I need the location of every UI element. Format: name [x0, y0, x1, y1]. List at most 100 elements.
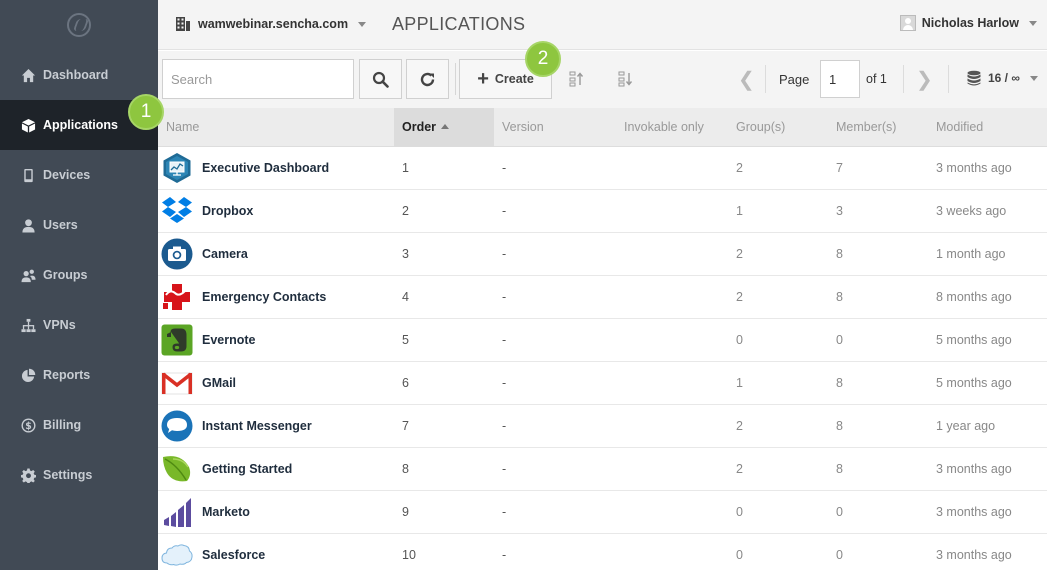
app-name[interactable]: Salesforce [202, 534, 265, 570]
table-row[interactable]: Emergency Contacts 4 - 2 8 8 months ago [158, 276, 1047, 319]
table-row[interactable]: Salesforce 10 - 0 0 3 months ago [158, 534, 1047, 570]
column-header-name[interactable]: Name [166, 108, 199, 147]
app-modified: 1 year ago [936, 419, 996, 433]
table-row[interactable]: Instant Messenger 7 - 2 8 1 year ago [158, 405, 1047, 448]
refresh-icon [420, 72, 435, 86]
search-input[interactable] [162, 59, 354, 99]
dollar-icon: $ [20, 417, 36, 433]
sidebar-item-label: Groups [43, 268, 88, 282]
org-name: wamwebinar.sencha.com [198, 17, 349, 31]
sidebar-item-users[interactable]: Users [0, 200, 158, 250]
sidebar-item-label: Users [43, 218, 78, 232]
app-groups: 1 [736, 204, 743, 218]
sidebar-item-label: VPNs [43, 318, 76, 332]
app-groups: 2 [736, 290, 743, 304]
chat-bubble-icon [161, 410, 193, 442]
next-page-button[interactable]: ❯ [916, 67, 933, 92]
app-groups: 0 [736, 333, 743, 347]
table-row[interactable]: GMail 6 - 1 8 5 months ago [158, 362, 1047, 405]
org-selector[interactable]: wamwebinar.sencha.com [175, 16, 367, 32]
sidebar-item-settings[interactable]: Settings [0, 450, 158, 500]
sencha-logo-icon[interactable] [67, 13, 91, 37]
app-name[interactable]: Instant Messenger [202, 405, 312, 448]
table-row[interactable]: Executive Dashboard 1 - 2 7 3 months ago [158, 147, 1047, 190]
sidebar-item-label: Settings [43, 468, 93, 482]
refresh-button[interactable] [406, 59, 449, 99]
phone-icon [20, 167, 36, 183]
app-name[interactable]: GMail [202, 362, 236, 405]
database-icon [967, 70, 981, 86]
column-header-version[interactable]: Version [502, 108, 544, 147]
sidebar-item-devices[interactable]: Devices [0, 150, 158, 200]
app-version: - [502, 333, 507, 347]
sort-up-icon[interactable] [569, 71, 585, 87]
app-groups: 2 [736, 462, 743, 476]
sidebar-item-label: Applications [43, 118, 119, 132]
user-name: Nicholas Harlow [921, 16, 1019, 30]
chevron-down-icon [1029, 75, 1038, 81]
app-version: - [502, 376, 507, 390]
app-modified: 3 weeks ago [936, 204, 1007, 218]
table-header: Name Order Version Invokable only Group(… [158, 108, 1047, 147]
applications-table: Executive Dashboard 1 - 2 7 3 months ago… [158, 147, 1047, 570]
search-icon [372, 71, 389, 88]
sidebar-item-reports[interactable]: Reports [0, 350, 158, 400]
per-page-value: 16 / ∞ [988, 71, 1020, 85]
app-order: 8 [402, 462, 409, 476]
app-modified: 8 months ago [936, 290, 1012, 304]
group-icon [20, 267, 36, 283]
app-name[interactable]: Dropbox [202, 190, 253, 233]
app-name[interactable]: Camera [202, 233, 248, 276]
app-groups: 0 [736, 548, 743, 562]
app-groups: 1 [736, 376, 743, 390]
sort-down-icon[interactable] [618, 71, 634, 87]
app-name[interactable]: Getting Started [202, 448, 292, 491]
table-row[interactable]: Dropbox 2 - 1 3 3 weeks ago [158, 190, 1047, 233]
page-label: Page [779, 72, 810, 87]
per-page-selector[interactable]: 16 / ∞ [966, 70, 1038, 86]
sidebar-item-vpns[interactable]: VPNs [0, 300, 158, 350]
pie-chart-icon [20, 367, 36, 383]
app-members: 3 [836, 204, 843, 218]
app-name[interactable]: Executive Dashboard [202, 147, 329, 190]
column-header-members[interactable]: Member(s) [836, 108, 896, 147]
sidebar-item-label: Dashboard [43, 68, 109, 82]
gmail-icon [161, 367, 193, 399]
table-row[interactable]: Evernote 5 - 0 0 5 months ago [158, 319, 1047, 362]
app-version: - [502, 204, 507, 218]
home-icon [20, 67, 36, 83]
sidebar-item-dashboard[interactable]: Dashboard [0, 50, 158, 100]
app-version: - [502, 290, 507, 304]
column-header-groups[interactable]: Group(s) [736, 108, 785, 147]
pager-divider [765, 65, 766, 93]
app-name[interactable]: Evernote [202, 319, 256, 362]
app-members: 8 [836, 247, 843, 261]
app-name[interactable]: Emergency Contacts [202, 276, 326, 319]
search-button[interactable] [359, 59, 402, 99]
table-row[interactable]: Camera 3 - 2 8 1 month ago [158, 233, 1047, 276]
sidebar-item-groups[interactable]: Groups [0, 250, 158, 300]
page-number-input[interactable] [820, 60, 860, 98]
column-header-invokable[interactable]: Invokable only [624, 108, 704, 147]
table-row[interactable]: Marketo 9 - 0 0 3 months ago [158, 491, 1047, 534]
user-menu[interactable]: Nicholas Harlow [899, 15, 1037, 31]
building-icon [176, 17, 190, 31]
table-row[interactable]: Getting Started 8 - 2 8 3 months ago [158, 448, 1047, 491]
app-members: 8 [836, 376, 843, 390]
toolbar-divider [455, 63, 456, 95]
sidebar: Dashboard Applications Devices Users Gro… [0, 0, 158, 570]
column-header-modified[interactable]: Modified [936, 108, 983, 147]
column-header-order[interactable]: Order [394, 108, 494, 147]
prev-page-button[interactable]: ❮ [738, 67, 755, 92]
sidebar-item-label: Billing [43, 418, 82, 432]
app-modified: 1 month ago [936, 247, 1006, 261]
emergency-icon [161, 281, 193, 313]
evernote-icon [161, 324, 193, 356]
create-label: Create [494, 72, 534, 86]
app-name[interactable]: Marketo [202, 491, 250, 534]
app-order: 6 [402, 376, 409, 390]
page-title: APPLICATIONS [392, 14, 526, 34]
plus-icon: + [477, 68, 489, 90]
sidebar-item-billing[interactable]: $ Billing [0, 400, 158, 450]
pager-divider [948, 65, 949, 93]
